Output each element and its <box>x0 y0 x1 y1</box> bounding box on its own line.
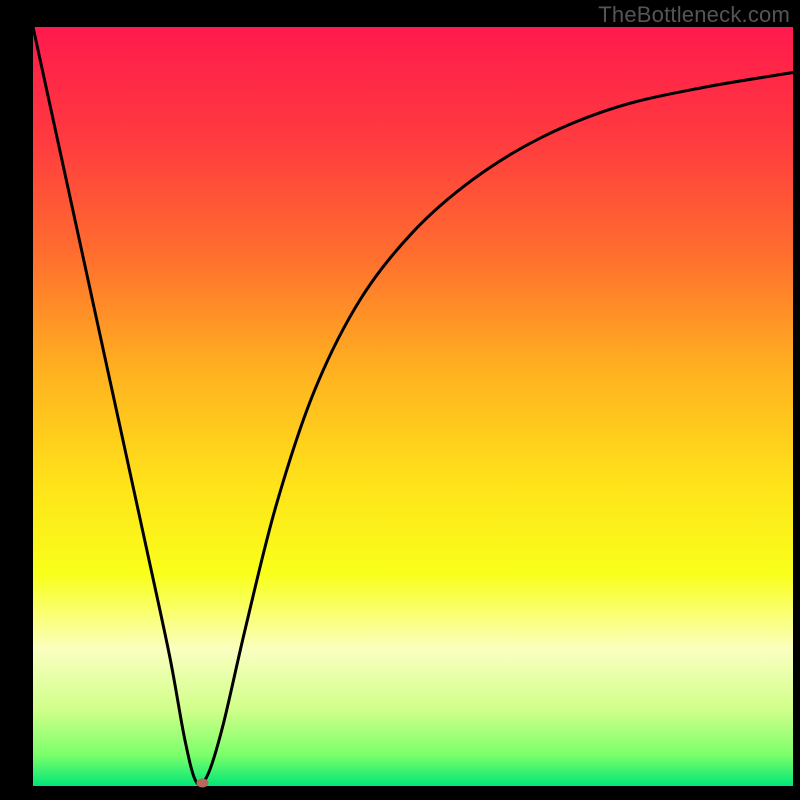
watermark-text: TheBottleneck.com <box>598 2 790 28</box>
chart-container: TheBottleneck.com <box>0 0 800 800</box>
bottleneck-chart <box>0 0 800 800</box>
plot-background <box>33 27 793 786</box>
vertex-marker <box>196 778 208 787</box>
